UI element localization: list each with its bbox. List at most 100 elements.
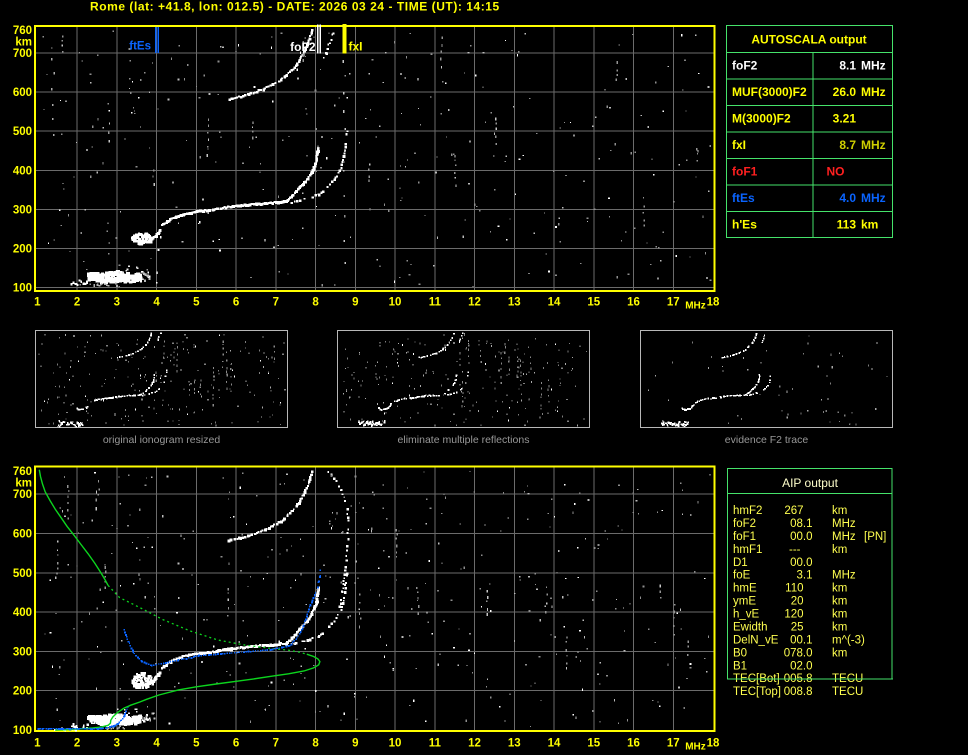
svg-text:13: 13	[508, 297, 521, 309]
svg-text:foF1: foF1	[732, 165, 758, 179]
svg-text:113: 113	[837, 218, 857, 232]
svg-text:3.21: 3.21	[833, 112, 857, 126]
svg-text:MHz: MHz	[832, 570, 856, 582]
svg-text:---: ---	[789, 544, 801, 556]
svg-text:MHz: MHz	[861, 59, 886, 73]
svg-text:10: 10	[389, 738, 402, 750]
svg-text:500: 500	[13, 568, 32, 580]
svg-text:h'Es: h'Es	[732, 218, 757, 232]
svg-text:MHz: MHz	[861, 138, 886, 152]
svg-text:TECU: TECU	[832, 686, 863, 698]
svg-text:500: 500	[13, 126, 32, 138]
svg-text:km: km	[832, 583, 847, 595]
svg-text:120: 120	[784, 609, 803, 621]
svg-text:MHz: MHz	[685, 301, 706, 312]
svg-text:8: 8	[312, 297, 319, 309]
svg-text:400: 400	[13, 165, 32, 177]
svg-text:km: km	[15, 478, 32, 490]
svg-text:200: 200	[13, 244, 32, 256]
svg-text:B1: B1	[733, 660, 747, 672]
svg-text:200: 200	[13, 686, 32, 698]
svg-text:4: 4	[153, 738, 160, 750]
svg-text:078.0: 078.0	[784, 647, 813, 659]
svg-text:h_vE: h_vE	[733, 609, 760, 621]
svg-text:16: 16	[627, 738, 640, 750]
svg-text:km: km	[832, 647, 847, 659]
svg-text:7: 7	[273, 738, 279, 750]
svg-text:15: 15	[587, 738, 600, 750]
svg-text:14: 14	[548, 738, 561, 750]
svg-text:600: 600	[13, 529, 32, 541]
svg-text:6: 6	[233, 297, 239, 309]
svg-text:14: 14	[548, 297, 561, 309]
svg-text:26.0: 26.0	[833, 85, 857, 99]
svg-text:km: km	[832, 505, 847, 517]
svg-text:M(3000)F2: M(3000)F2	[732, 112, 791, 126]
svg-text:km: km	[832, 544, 847, 556]
svg-text:hmF2: hmF2	[733, 505, 762, 517]
svg-text:5: 5	[193, 738, 200, 750]
svg-text:15: 15	[587, 297, 600, 309]
svg-text:7: 7	[273, 297, 279, 309]
svg-text:B0: B0	[733, 647, 747, 659]
svg-text:foF2: foF2	[290, 40, 316, 54]
svg-text:18: 18	[707, 738, 720, 750]
svg-text:foF2: foF2	[733, 518, 756, 530]
svg-text:fxI: fxI	[349, 40, 363, 54]
svg-text:MHz: MHz	[832, 518, 856, 530]
svg-text:8: 8	[312, 738, 319, 750]
svg-text:5: 5	[193, 297, 200, 309]
svg-text:NO: NO	[827, 165, 845, 179]
svg-text:00.0: 00.0	[790, 557, 812, 569]
svg-text:original ionogram resized: original ionogram resized	[103, 434, 220, 446]
svg-text:m^(-3): m^(-3)	[832, 634, 865, 646]
svg-text:8.1: 8.1	[839, 59, 856, 73]
svg-text:AIP output: AIP output	[782, 476, 838, 490]
svg-text:2: 2	[74, 297, 80, 309]
svg-text:267: 267	[784, 505, 803, 517]
svg-text:008.8: 008.8	[784, 686, 813, 698]
svg-text:16: 16	[627, 297, 640, 309]
svg-text:760: 760	[13, 466, 32, 478]
svg-text:20: 20	[791, 596, 804, 608]
svg-text:100: 100	[13, 283, 32, 295]
svg-text:1: 1	[34, 297, 41, 309]
svg-text:300: 300	[13, 646, 32, 658]
svg-text:[PN]: [PN]	[864, 531, 886, 543]
svg-text:700: 700	[13, 489, 32, 501]
svg-text:ftEs: ftEs	[129, 41, 151, 53]
svg-text:evidence F2 trace: evidence F2 trace	[725, 434, 809, 446]
svg-text:300: 300	[13, 204, 32, 216]
svg-text:MHz: MHz	[861, 191, 886, 205]
svg-text:17: 17	[667, 738, 680, 750]
svg-text:Rome (lat: +41.8, lon: 012.5): Rome (lat: +41.8, lon: 012.5) - DATE: 20…	[90, 0, 500, 14]
svg-text:600: 600	[13, 87, 32, 99]
svg-text:hmF1: hmF1	[733, 544, 762, 556]
svg-text:08.1: 08.1	[790, 518, 812, 530]
svg-text:km: km	[15, 37, 32, 49]
svg-text:2: 2	[74, 738, 80, 750]
svg-text:km: km	[832, 621, 847, 633]
svg-text:TEC[Top]: TEC[Top]	[733, 686, 781, 698]
svg-text:MHz: MHz	[832, 531, 856, 543]
svg-text:11: 11	[429, 738, 442, 750]
svg-text:9: 9	[352, 297, 358, 309]
svg-text:17: 17	[667, 297, 680, 309]
svg-text:11: 11	[429, 297, 442, 309]
svg-text:eliminate multiple reflections: eliminate multiple reflections	[398, 434, 530, 446]
svg-text:foF1: foF1	[733, 531, 756, 543]
svg-text:18: 18	[707, 297, 720, 309]
svg-text:13: 13	[508, 738, 521, 750]
svg-text:10: 10	[389, 297, 402, 309]
svg-text:1: 1	[34, 738, 41, 750]
svg-text:hmE: hmE	[733, 583, 757, 595]
svg-text:fxI: fxI	[732, 138, 746, 152]
svg-text:foE: foE	[733, 570, 751, 582]
svg-text:4.0: 4.0	[839, 191, 856, 205]
svg-text:110: 110	[785, 583, 803, 595]
svg-text:MUF(3000)F2: MUF(3000)F2	[732, 85, 807, 99]
svg-text:km: km	[832, 609, 847, 621]
svg-text:4: 4	[153, 297, 160, 309]
svg-text:AUTOSCALA output: AUTOSCALA output	[751, 33, 866, 47]
svg-text:ftEs: ftEs	[732, 191, 755, 205]
